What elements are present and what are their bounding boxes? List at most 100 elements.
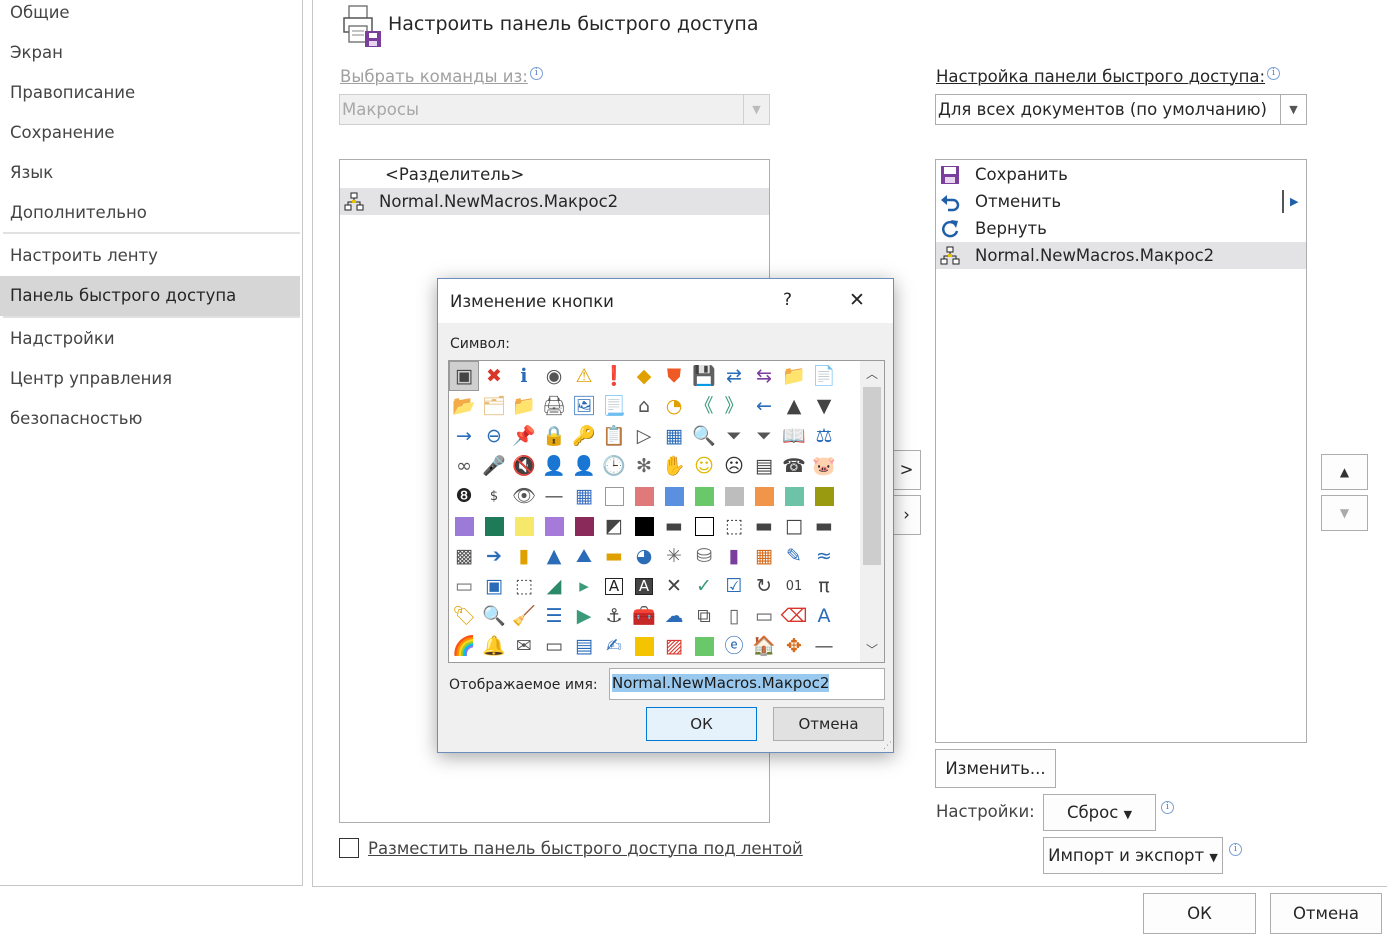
nav-trust-center[interactable]: Центр управления безопасностью [0,359,300,428]
symbol-cell[interactable]: ❗ [600,362,628,390]
symbol-cell[interactable]: ▶ [570,602,598,630]
symbol-cell[interactable]: ⬚ [510,572,538,600]
list-item-redo[interactable]: Вернуть [936,215,1306,242]
symbol-cell[interactable]: ✍ [600,632,628,660]
symbol-cell[interactable]: ▲ [780,392,808,420]
symbol-cell[interactable]: ⌂ [630,392,658,420]
symbol-cell[interactable]: 🧰 [630,602,658,630]
symbol-cell[interactable]: 📃 [600,392,628,420]
symbol-cell[interactable]: ▷ [630,422,658,450]
nav-proofing[interactable]: Правописание [0,73,300,113]
symbol-cell[interactable]: ▮ [510,542,538,570]
symbol-cell[interactable]: 🖼 [570,392,598,420]
symbol-cell[interactable]: ▣ [449,361,479,391]
remove-button[interactable]: › [893,495,921,535]
symbol-cell[interactable]: ➔ [480,542,508,570]
symbol-cell[interactable]: 《 [690,392,718,420]
symbol-cell[interactable]: ☰ [540,602,568,630]
symbol-cell[interactable]: ☺ [690,452,718,480]
symbol-cell[interactable] [450,512,478,540]
symbol-cell[interactable]: 👤 [540,452,568,480]
symbol-grid[interactable]: ▣ ✖ ℹ ◉ ⚠ ❗ ◆ ⛊ 💾 ⇄ ⇆ 📁 📄 📂 🗂 📁 🖨 🖼 📃 ⌂ ◔ 《》 ← ▲ ▼ → ⊖ 📌 🔒 🔑 📋 ▷ ▦ 🔍 ⏷ ⏷ 📖 ⚖ ∞… [448,360,885,663]
symbol-cell[interactable]: 📁 [510,392,538,420]
add-button[interactable]: > [893,450,921,490]
toolbar-commands-list[interactable]: Сохранить Отменить ▶ Вернуть Normal.NewM… [935,159,1307,743]
symbol-cell[interactable]: ✉ [510,632,538,660]
info-icon[interactable]: i [529,67,543,80]
close-icon[interactable]: ✕ [849,289,865,311]
list-item-macro[interactable]: Normal.NewMacros.Макрос2 [936,242,1306,269]
nav-general[interactable]: Общие [0,0,300,33]
symbol-cell[interactable]: ▯ [720,602,748,630]
resize-grip-icon[interactable]: ⋰ [883,741,892,751]
symbol-cell[interactable]: ▭ [450,572,478,600]
info-icon[interactable]: i [1161,801,1174,814]
symbol-cell[interactable]: ▨ [660,632,688,660]
symbol-cell[interactable]: ✓ [690,572,718,600]
symbol-cell[interactable]: 👁 [510,482,538,510]
scrollbar-thumb[interactable] [863,387,881,565]
symbol-cell[interactable]: ⏷ [750,422,778,450]
symbol-cell[interactable]: 》 [720,392,748,420]
symbol-cell[interactable]: ◕ [630,542,658,570]
symbol-cell[interactable] [690,482,718,510]
symbol-cell[interactable] [540,512,568,540]
symbol-cell[interactable]: 🖨 [540,392,568,420]
scroll-up-icon[interactable]: ︿ [860,365,884,382]
nav-quick-access-toolbar[interactable]: Панель быстрого доступа [0,276,300,316]
symbol-cell[interactable]: 🔑 [570,422,598,450]
symbol-cell[interactable] [690,632,718,660]
choose-commands-combo[interactable]: Макросы ▼ [339,94,770,125]
symbol-cell[interactable]: ✋ [660,452,688,480]
symbol-cell[interactable]: ◔ [660,392,688,420]
move-up-button[interactable]: ▲ [1321,454,1368,490]
symbol-cell[interactable]: ☑ [720,572,748,600]
symbol-cell[interactable]: ✳ [660,542,688,570]
symbol-cell[interactable]: ⛁ [690,542,718,570]
list-item-undo[interactable]: Отменить ▶ [936,188,1306,215]
symbol-cell[interactable]: ⏷ [720,422,748,450]
symbol-cell[interactable] [810,482,838,510]
symbol-cell[interactable] [570,512,598,540]
symbol-cell[interactable]: ▼ [810,392,838,420]
symbol-cell[interactable]: 01 [780,572,808,600]
symbol-cell[interactable]: ← [750,392,778,420]
symbol-cell[interactable]: ◉ [540,362,568,390]
symbol-cell[interactable]: 🔇 [510,452,538,480]
symbol-cell[interactable] [630,512,658,540]
symbol-cell[interactable]: ▦ [660,422,688,450]
symbol-cell[interactable]: ⧉ [690,602,718,630]
symbol-cell[interactable]: ▮ [720,542,748,570]
info-icon[interactable]: i [1229,843,1242,856]
symbol-cell[interactable]: 📖 [780,422,808,450]
symbol-cell[interactable]: 🌈 [450,632,478,660]
symbol-cell[interactable]: ✥ [780,632,808,660]
symbol-cell[interactable]: ⛊ [660,362,688,390]
help-icon[interactable]: ? [783,290,792,310]
symbol-cell[interactable]: — [810,632,838,660]
symbol-cell[interactable]: A [810,602,838,630]
dialog-ok-button[interactable]: ОК [646,707,757,741]
display-name-input[interactable]: Normal.NewMacros.Макрос2 [609,668,885,700]
symbol-cell[interactable] [690,512,718,540]
ok-button[interactable]: ОК [1143,893,1256,934]
import-export-button[interactable]: Импорт и экспорт ▼ [1043,837,1223,874]
symbol-cell[interactable] [750,482,778,510]
symbol-cell[interactable]: 🏠 [750,632,778,660]
symbol-cell[interactable]: ▭ [750,602,778,630]
symbol-cell[interactable]: 🔔 [480,632,508,660]
symbol-cell[interactable]: 📄 [810,362,838,390]
symbol-cell[interactable]: — [540,482,568,510]
nav-save[interactable]: Сохранение [0,113,300,153]
symbol-cell[interactable]: ⓔ [720,632,748,660]
nav-advanced[interactable]: Дополнительно [0,193,300,233]
symbol-cell[interactable]: 🧹 [510,602,538,630]
symbol-cell[interactable] [600,482,628,510]
scroll-down-icon[interactable]: ﹀ [860,641,884,658]
symbol-cell[interactable]: □ [780,512,808,540]
customize-toolbar-combo[interactable]: Для всех документов (по умолчанию) ▼ [935,94,1307,125]
below-ribbon-checkbox[interactable] [339,838,359,858]
symbol-cell[interactable]: 🗂 [480,392,508,420]
symbol-cell[interactable]: ▬ [810,512,838,540]
symbol-cell[interactable]: ◢ [540,572,568,600]
